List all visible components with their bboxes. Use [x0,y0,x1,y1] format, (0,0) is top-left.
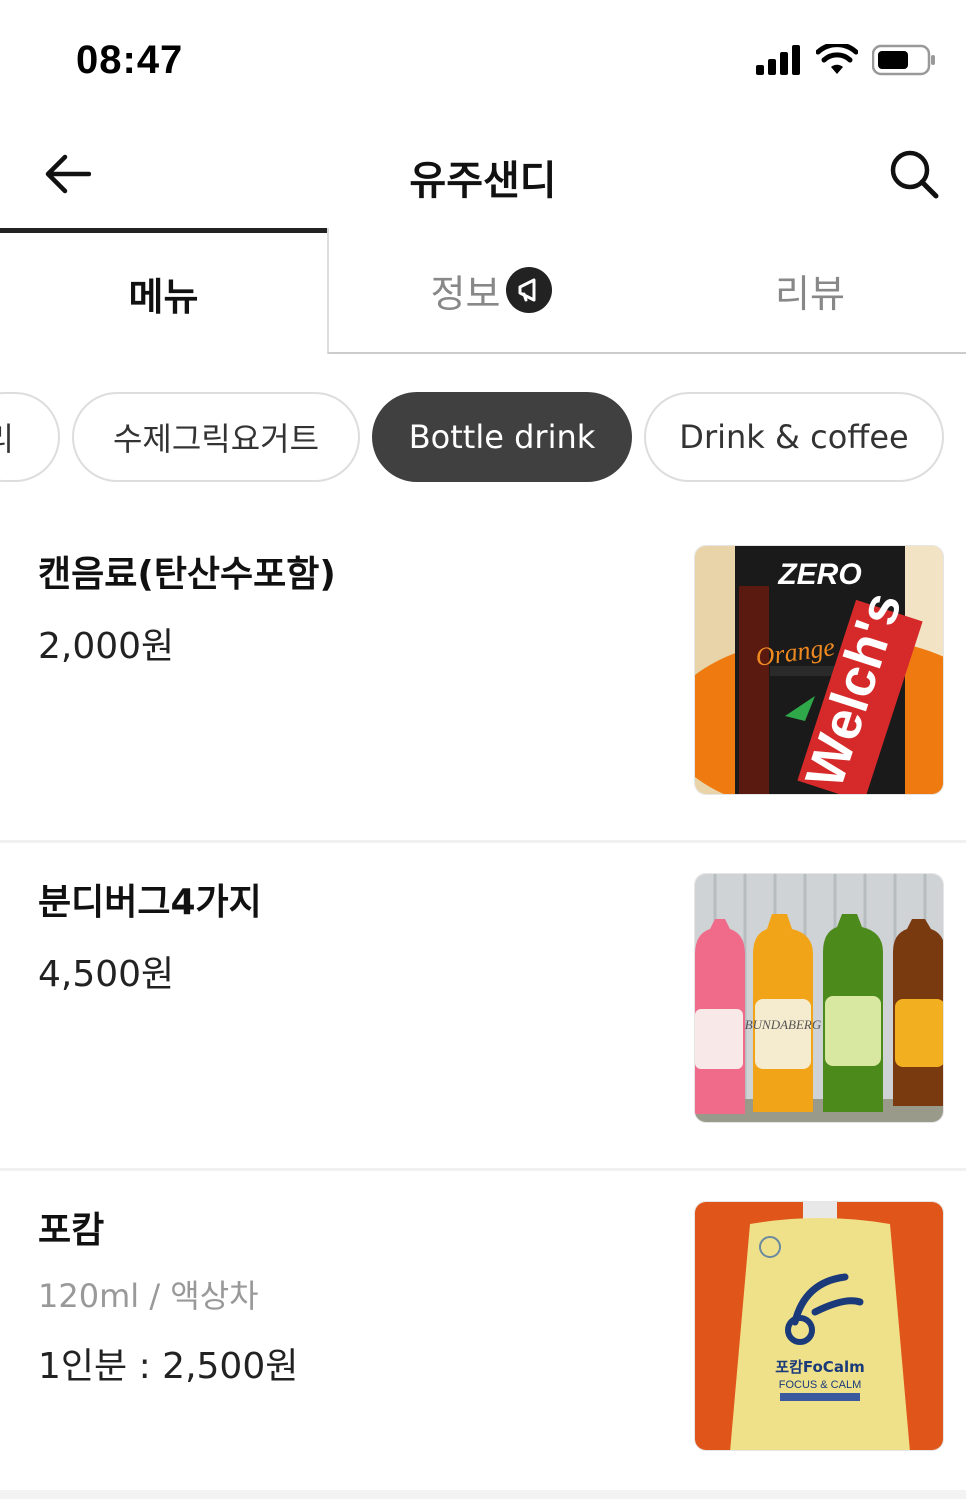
tab-bar: 메뉴 정보 리뷰 [0,228,966,354]
item-name: 캔음료(탄산수포함) [38,554,336,595]
chip-partial[interactable]: 리 [0,392,60,482]
status-bar: 08:47 [0,0,966,120]
menu-item-bundaberg[interactable]: 분디버그4가지 4,500원 BUNDABERG [0,843,966,1171]
signal-icon [756,45,800,75]
pouch-brand-text: 포캄FoCalm [775,1358,864,1376]
header: 유주샌디 [0,120,966,230]
chip-partial-label: 리 [0,414,14,460]
menu-item-focalm[interactable]: 포캄 120ml / 액상차 1인분 : 2,500원 포캄FoCalm FOC… [0,1171,966,1499]
chip-bottle-drink-label: Bottle drink [408,418,596,456]
bottom-divider [0,1490,966,1499]
megaphone-icon [518,278,536,302]
page-title: 유주샌디 [409,158,557,204]
tab-review-label: 리뷰 [775,271,845,316]
can-zero-text: ZERO [777,558,861,591]
chip-bottle-drink[interactable]: Bottle drink [372,392,632,482]
search-icon [890,150,939,199]
chip-drink-coffee[interactable]: Drink & coffee [644,392,944,482]
status-icons [756,44,936,76]
item-image-bundaberg-bottles: BUNDABERG [694,873,944,1123]
tab-info-label: 정보 [430,271,501,316]
battery-icon [872,44,935,76]
item-image-focalm-pouch: 포캄FoCalm FOCUS & CALM [694,1201,944,1451]
item-price: 2,000원 [38,626,175,667]
category-chips: 리 수제그릭요거트 Bottle drink Drink & coffee [0,392,966,484]
wifi-icon [816,44,858,74]
menu-list: 캔음료(탄산수포함) 2,000원 ZERO Orange Welch's 분디… [0,515,966,1499]
search-button[interactable] [882,142,946,206]
menu-item-can-drink[interactable]: 캔음료(탄산수포함) 2,000원 ZERO Orange Welch's [0,515,966,843]
chip-greek-yogurt[interactable]: 수제그릭요거트 [72,392,360,482]
tab-info[interactable]: 정보 [327,228,654,354]
chip-greek-yogurt-label: 수제그릭요거트 [112,420,320,458]
tab-menu[interactable]: 메뉴 [0,228,327,354]
tab-review[interactable]: 리뷰 [654,228,966,354]
info-badge [506,267,553,313]
item-name: 분디버그4가지 [38,882,262,923]
bottle-brand-text: BUNDABERG [745,1017,822,1032]
item-image-welchs-can: ZERO Orange Welch's [694,545,944,795]
tab-menu-label: 메뉴 [128,275,199,319]
item-price: 4,500원 [38,954,175,995]
item-name: 포캄 [38,1210,105,1251]
status-time: 08:47 [76,38,184,82]
item-description: 120ml / 액상차 [38,1277,259,1315]
pouch-sub-text: FOCUS & CALM [779,1379,862,1391]
item-price: 1인분 : 2,500원 [38,1346,299,1387]
chip-drink-coffee-label: Drink & coffee [679,418,909,456]
